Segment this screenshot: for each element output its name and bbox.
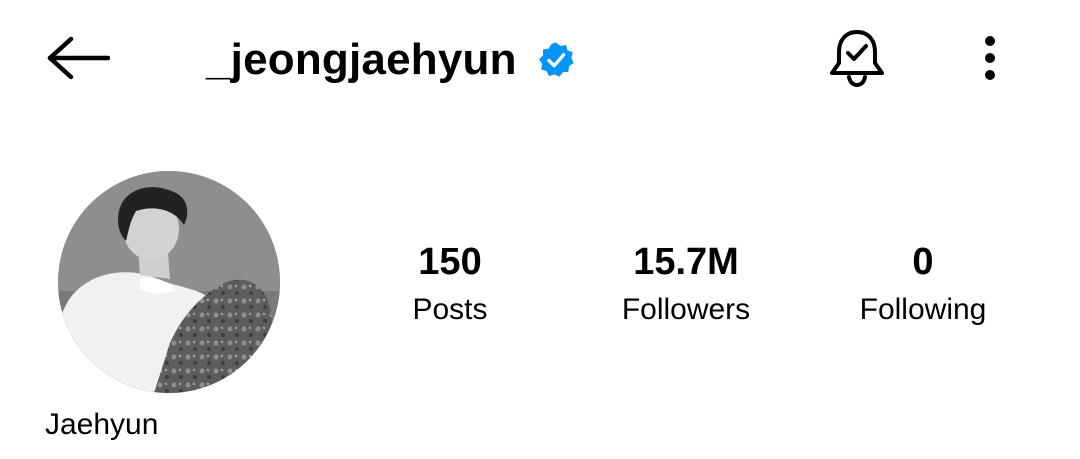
profile-avatar[interactable] (58, 171, 280, 393)
bell-check-icon (827, 27, 887, 94)
posts-label: Posts (412, 293, 488, 326)
back-button[interactable] (40, 28, 116, 92)
following-stat[interactable]: 0 Following (823, 236, 1023, 332)
username: _jeongjaehyun (206, 35, 517, 84)
followers-count: 15.7M (633, 241, 739, 283)
more-options-button[interactable] (962, 26, 1018, 94)
posts-count: 150 (418, 241, 482, 283)
vertical-dots-icon (983, 35, 997, 86)
followers-stat[interactable]: 15.7M Followers (586, 236, 786, 332)
following-count: 0 (912, 241, 934, 283)
followers-label: Followers (621, 293, 751, 326)
notification-bell-button[interactable] (822, 26, 892, 94)
posts-stat[interactable]: 150 Posts (350, 236, 550, 332)
following-label: Following (859, 293, 987, 326)
profile-display-name: Jaehyun (45, 408, 159, 441)
verified-badge-icon (537, 41, 575, 79)
arrow-left-icon (46, 36, 111, 85)
username-area: _jeongjaehyun (206, 28, 575, 92)
profile-header: _jeongjaehyun (0, 0, 1080, 118)
profile-photo (58, 171, 280, 393)
